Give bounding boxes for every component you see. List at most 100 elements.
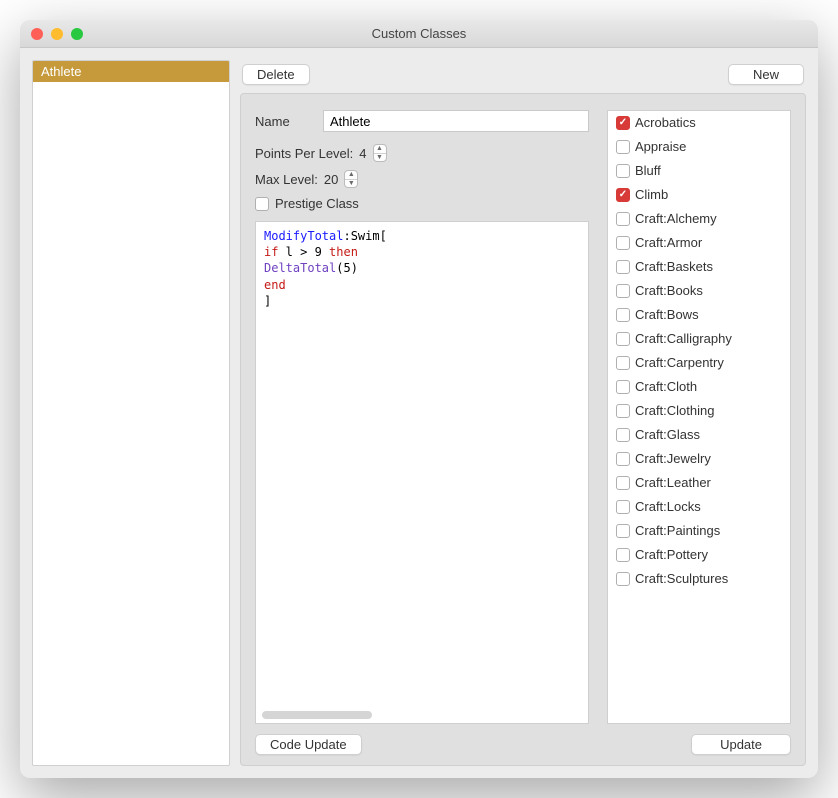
skill-list[interactable]: Acrobatics Appraise Bluff Climb Craft:Alchem…	[607, 110, 791, 724]
prestige-label: Prestige Class	[275, 196, 359, 211]
skill-label: Craft:Glass	[635, 427, 700, 442]
code-editor[interactable]: ModifyTotal:Swim[ if l > 9 then DeltaTot…	[255, 221, 589, 724]
skill-row[interactable]: Craft:Armor	[616, 235, 782, 250]
skill-checkbox[interactable]	[616, 260, 630, 274]
name-input[interactable]	[323, 110, 589, 132]
skill-label: Craft:Leather	[635, 475, 711, 490]
code-token: if	[264, 245, 278, 259]
name-row: Name	[255, 110, 589, 132]
chevron-up-icon[interactable]: ▲	[345, 171, 357, 180]
skill-checkbox[interactable]	[616, 164, 630, 178]
skill-label: Craft:Jewelry	[635, 451, 711, 466]
skill-label: Craft:Pottery	[635, 547, 708, 562]
skill-label: Craft:Paintings	[635, 523, 720, 538]
skill-checkbox[interactable]	[616, 212, 630, 226]
left-column: Name Points Per Level:4 ▲ ▼ Max Level: 2…	[255, 110, 589, 724]
code-update-button[interactable]: Code Update	[255, 734, 362, 755]
skill-row[interactable]: Craft:Alchemy	[616, 211, 782, 226]
skill-checkbox[interactable]	[616, 332, 630, 346]
skill-label: Craft:Bows	[635, 307, 699, 322]
code-token: ModifyTotal	[264, 229, 343, 243]
skill-checkbox[interactable]	[616, 380, 630, 394]
skill-label: Craft:Carpentry	[635, 355, 724, 370]
window-title: Custom Classes	[20, 26, 818, 41]
code-token: :Swim[	[343, 229, 386, 243]
skill-row[interactable]: Craft:Leather	[616, 475, 782, 490]
skill-label: Craft:Books	[635, 283, 703, 298]
skill-label: Appraise	[635, 139, 686, 154]
horizontal-scrollbar[interactable]	[262, 711, 372, 719]
skill-row[interactable]: Craft:Paintings	[616, 523, 782, 538]
skill-row[interactable]: Craft:Glass	[616, 427, 782, 442]
skill-checkbox[interactable]	[616, 116, 630, 130]
skill-checkbox[interactable]	[616, 236, 630, 250]
prestige-row[interactable]: Prestige Class	[255, 196, 589, 211]
code-token: then	[329, 245, 358, 259]
skill-checkbox[interactable]	[616, 428, 630, 442]
skill-checkbox[interactable]	[616, 476, 630, 490]
code-token: l > 9	[278, 245, 329, 259]
skill-checkbox[interactable]	[616, 452, 630, 466]
points-value: 4	[359, 146, 366, 161]
skill-label: Craft:Armor	[635, 235, 702, 250]
skill-checkbox[interactable]	[616, 548, 630, 562]
update-button[interactable]: Update	[691, 734, 791, 755]
points-label: Points Per Level:	[255, 146, 353, 161]
skill-row[interactable]: Appraise	[616, 139, 782, 154]
skill-checkbox[interactable]	[616, 188, 630, 202]
name-label: Name	[255, 114, 315, 129]
titlebar: Custom Classes	[20, 20, 818, 48]
skill-row[interactable]: Acrobatics	[616, 115, 782, 130]
prestige-checkbox[interactable]	[255, 197, 269, 211]
bottom-toolbar: Code Update Update	[255, 724, 791, 755]
skill-row[interactable]: Craft:Carpentry	[616, 355, 782, 370]
chevron-up-icon[interactable]: ▲	[374, 145, 386, 154]
skill-label: Craft:Cloth	[635, 379, 697, 394]
right-column: Acrobatics Appraise Bluff Climb Craft:Alchem…	[607, 110, 791, 724]
skill-label: Craft:Locks	[635, 499, 701, 514]
skill-checkbox[interactable]	[616, 284, 630, 298]
new-button[interactable]: New	[728, 64, 804, 85]
content: Athlete Delete New Name Points Per Level…	[20, 48, 818, 778]
main: Delete New Name Points Per Level: 4 ▲	[240, 60, 806, 766]
delete-button[interactable]: Delete	[242, 64, 310, 85]
skill-row[interactable]: Craft:Pottery	[616, 547, 782, 562]
points-row: Points Per Level: 4 ▲ ▼	[255, 144, 589, 162]
skill-row[interactable]: Craft:Baskets	[616, 259, 782, 274]
skill-label: Climb	[635, 187, 668, 202]
skill-checkbox[interactable]	[616, 140, 630, 154]
skill-row[interactable]: Craft:Calligraphy	[616, 331, 782, 346]
skill-checkbox[interactable]	[616, 404, 630, 418]
class-list[interactable]: Athlete	[32, 60, 230, 766]
max-label: Max Level:	[255, 172, 318, 187]
maxlevel-stepper[interactable]: ▲ ▼	[344, 170, 358, 188]
chevron-down-icon[interactable]: ▼	[374, 154, 386, 162]
skill-checkbox[interactable]	[616, 308, 630, 322]
sidebar-item-class[interactable]: Athlete	[33, 61, 229, 82]
skill-row[interactable]: Craft:Books	[616, 283, 782, 298]
code-token: (5)	[336, 261, 358, 275]
points-stepper[interactable]: ▲ ▼	[373, 144, 387, 162]
skill-row[interactable]: Craft:Jewelry	[616, 451, 782, 466]
skill-checkbox[interactable]	[616, 524, 630, 538]
skill-row[interactable]: Bluff	[616, 163, 782, 178]
skill-label: Bluff	[635, 163, 661, 178]
code-token: DeltaTotal	[264, 261, 336, 275]
code-token: ]	[264, 294, 271, 308]
skill-label: Craft:Alchemy	[635, 211, 717, 226]
skill-checkbox[interactable]	[616, 356, 630, 370]
top-toolbar: Delete New	[240, 60, 806, 85]
skill-label: Craft:Calligraphy	[635, 331, 732, 346]
skill-row[interactable]: Craft:Bows	[616, 307, 782, 322]
skill-label: Craft:Sculptures	[635, 571, 728, 586]
chevron-down-icon[interactable]: ▼	[345, 180, 357, 188]
skill-row[interactable]: Craft:Cloth	[616, 379, 782, 394]
skill-label: Craft:Clothing	[635, 403, 714, 418]
skill-checkbox[interactable]	[616, 572, 630, 586]
skill-row[interactable]: Craft:Locks	[616, 499, 782, 514]
skill-row[interactable]: Craft:Clothing	[616, 403, 782, 418]
skill-row[interactable]: Craft:Sculptures	[616, 571, 782, 586]
code-token: end	[264, 278, 286, 292]
skill-checkbox[interactable]	[616, 500, 630, 514]
skill-row[interactable]: Climb	[616, 187, 782, 202]
